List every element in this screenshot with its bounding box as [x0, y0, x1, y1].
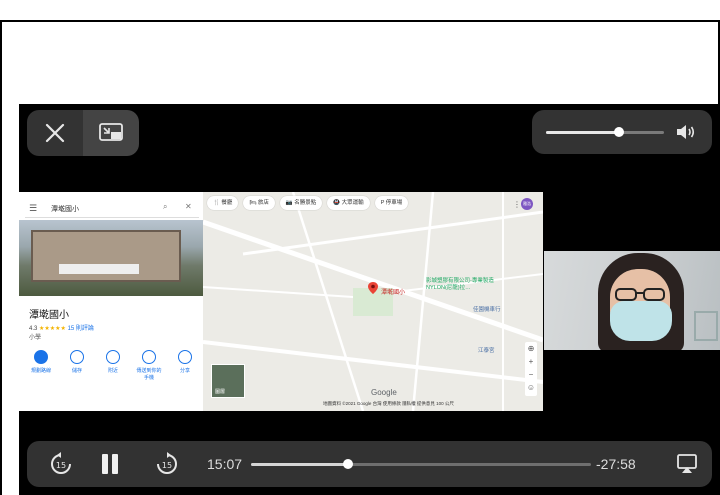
- time-remaining: -27:58: [596, 456, 636, 472]
- close-icon[interactable]: ✕: [185, 202, 192, 211]
- close-button[interactable]: [27, 110, 83, 156]
- document-header-strip: [0, 0, 720, 22]
- chip-transit[interactable]: 🚇 大眾運輸: [327, 196, 370, 210]
- directions-icon: [34, 350, 48, 364]
- layers-label: 圖層: [215, 389, 226, 395]
- action-send-to-phone[interactable]: 傳送到你的手機: [135, 350, 163, 390]
- speaker-icon[interactable]: [674, 120, 698, 144]
- google-logo: Google: [371, 388, 397, 397]
- category-chips: 🍴 餐廳 🛏 旅店 📷 名勝景點 🚇 大眾運輸 P 停車場: [207, 196, 409, 212]
- search-icon[interactable]: ⌕: [163, 202, 167, 212]
- share-icon: [178, 350, 192, 364]
- participant-video[interactable]: [544, 251, 720, 350]
- place-title: 潭墘國小: [29, 310, 69, 321]
- wall-frame-image: [694, 311, 718, 341]
- place-type: 小學: [29, 335, 42, 341]
- map-search-box[interactable]: ☰ 潭墘國小 ⌕ ✕: [25, 198, 199, 218]
- face-mask: [610, 301, 672, 341]
- place-actions: 規劃路線 儲存 附近 傳送到你的手機 分享: [27, 350, 199, 390]
- progress-knob[interactable]: [343, 459, 354, 469]
- road-network: [203, 192, 543, 411]
- volume-fill: [546, 131, 620, 134]
- poi-temple-label[interactable]: 江泰宮: [478, 346, 495, 354]
- action-save[interactable]: 儲存: [63, 350, 91, 390]
- rating-stars: ★★★★★: [39, 326, 66, 332]
- search-query: 潭墘國小: [51, 206, 79, 213]
- poi-company-label[interactable]: 影城塑膠有限公司-專業製造NYLON(尼龍)拉…: [426, 278, 496, 292]
- building-image: [31, 230, 181, 282]
- nearby-icon: [106, 350, 120, 364]
- pause-icon[interactable]: [98, 452, 122, 476]
- skip-back-15-icon[interactable]: 15: [49, 452, 73, 476]
- review-count-link[interactable]: 15 則評論: [68, 326, 94, 332]
- video-player[interactable]: ☰ 潭墘國小 ⌕ ✕ 潭墘國小 4.3 ★★★★★ 15 則評論 小學 規劃路線…: [19, 104, 720, 495]
- time-elapsed: 15:07: [207, 456, 243, 472]
- phone-icon: [142, 350, 156, 364]
- playback-controls: 15 15 15:07 -27:58: [27, 441, 712, 487]
- left-border: [0, 22, 2, 495]
- map-canvas[interactable]: 🍴 餐廳 🛏 旅店 📷 名勝景點 🚇 大眾運輸 P 停車場 ⋮⋮ 雅浩 潭墘國小…: [203, 192, 543, 411]
- place-photo[interactable]: [19, 220, 203, 296]
- account-avatar[interactable]: 雅浩: [521, 198, 533, 210]
- skip-forward-15-icon[interactable]: 15: [155, 452, 179, 476]
- volume-knob[interactable]: [614, 127, 625, 137]
- skip-forward-label: 15: [162, 461, 172, 470]
- close-icon: [45, 123, 65, 143]
- map-pin-icon[interactable]: [368, 282, 378, 294]
- picture-in-picture-icon: [99, 123, 123, 141]
- place-rating: 4.3 ★★★★★ 15 則評論: [29, 323, 94, 332]
- volume-slider[interactable]: [546, 127, 664, 137]
- screenshot-frame: ☰ 潭墘國小 ⌕ ✕ 潭墘國小 4.3 ★★★★★ 15 則評論 小學 規劃路線…: [0, 0, 720, 495]
- map-attribution: 地圖資料 ©2021 Google 台灣 使用條款 隱私權 提供意見 100 公…: [323, 401, 454, 406]
- chip-restaurants[interactable]: 🍴 餐廳: [207, 196, 239, 210]
- volume-control: [532, 110, 712, 154]
- pin-label: 潭墘國小: [381, 290, 406, 296]
- chip-attractions[interactable]: 📷 名勝景點: [279, 196, 323, 210]
- chip-parking[interactable]: P 停車場: [374, 196, 409, 210]
- action-nearby[interactable]: 附近: [99, 350, 127, 390]
- chip-hotels[interactable]: 🛏 旅店: [243, 196, 275, 210]
- picture-in-picture-button[interactable]: [83, 110, 139, 156]
- sign-image: [59, 264, 139, 274]
- bookmark-icon: [70, 350, 84, 364]
- skip-back-label: 15: [56, 461, 66, 470]
- layers-toggle[interactable]: 圖層: [211, 364, 245, 398]
- glasses-icon: [615, 288, 665, 301]
- zoom-controls[interactable]: ⊕ + − ☺: [525, 342, 537, 396]
- action-share[interactable]: 分享: [171, 350, 199, 390]
- menu-icon[interactable]: ☰: [29, 203, 37, 214]
- airplay-icon[interactable]: [675, 452, 699, 476]
- place-panel: ☰ 潭墘國小 ⌕ ✕ 潭墘國小 4.3 ★★★★★ 15 則評論 小學 規劃路線…: [19, 192, 203, 411]
- action-directions[interactable]: 規劃路線: [27, 350, 55, 390]
- shared-screen: ☰ 潭墘國小 ⌕ ✕ 潭墘國小 4.3 ★★★★★ 15 則評論 小學 規劃路線…: [19, 192, 543, 411]
- progress-scrubber[interactable]: [251, 459, 591, 469]
- poi-station-label[interactable]: 佳園機車行: [473, 305, 501, 313]
- progress-fill: [251, 463, 349, 466]
